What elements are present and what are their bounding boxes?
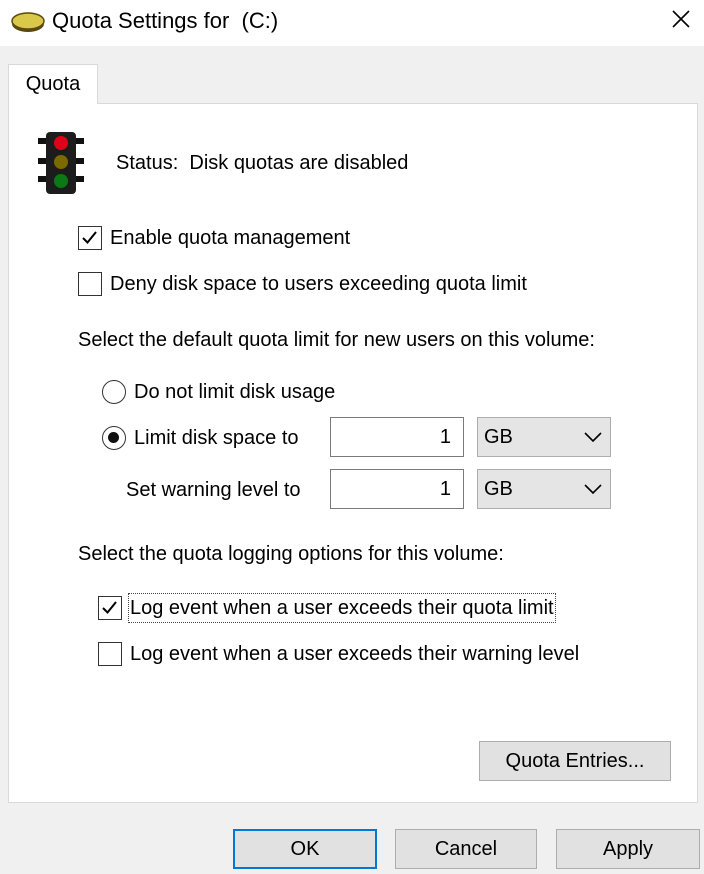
traffic-light-icon: [38, 132, 84, 194]
title-bar: Quota Settings for (C:): [0, 0, 704, 46]
checkbox-box[interactable]: [98, 642, 122, 666]
limit-space-label: Limit disk space to: [134, 427, 299, 449]
default-limit-heading: Select the default quota limit for new u…: [78, 329, 595, 351]
drive-icon: [11, 12, 45, 32]
checkbox-box[interactable]: [98, 596, 122, 620]
close-icon: [672, 10, 690, 28]
deny-space-label: Deny disk space to users exceeding quota…: [110, 273, 527, 295]
radio-circle[interactable]: [102, 380, 126, 404]
no-limit-label: Do not limit disk usage: [134, 381, 336, 403]
checkbox-box[interactable]: [78, 226, 102, 250]
warning-value-input[interactable]: 1: [330, 469, 464, 509]
logging-heading: Select the quota logging options for thi…: [78, 543, 504, 565]
limit-unit-select[interactable]: GB: [477, 417, 611, 457]
log-warning-label: Log event when a user exceeds their warn…: [130, 643, 580, 665]
enable-quota-label: Enable quota management: [110, 227, 351, 249]
close-button[interactable]: [658, 0, 704, 38]
warning-unit-select[interactable]: GB: [477, 469, 611, 509]
warning-level-label: Set warning level to: [126, 479, 301, 501]
limit-unit-value: GB: [484, 426, 513, 448]
quota-entries-button[interactable]: Quota Entries...: [479, 741, 671, 781]
checkbox-box[interactable]: [78, 272, 102, 296]
window-title: Quota Settings for (C:): [52, 8, 279, 33]
deny-space-checkbox[interactable]: Deny disk space to users exceeding quota…: [78, 271, 527, 297]
log-quota-limit-checkbox[interactable]: Log event when a user exceeds their quot…: [98, 593, 556, 623]
enable-quota-checkbox[interactable]: Enable quota management: [78, 225, 350, 251]
checkmark-icon: [82, 231, 97, 244]
warning-level-row: Set warning level to: [126, 477, 301, 503]
radio-circle[interactable]: [102, 426, 126, 450]
status-text: Status: Disk quotas are disabled: [116, 152, 409, 174]
chevron-down-icon: [584, 432, 602, 443]
warning-unit-value: GB: [484, 478, 513, 500]
chevron-down-icon: [584, 484, 602, 495]
limit-value-input[interactable]: 1: [330, 417, 464, 457]
checkmark-icon: [102, 601, 117, 614]
limit-space-radio[interactable]: Limit disk space to: [102, 425, 299, 451]
log-warning-checkbox[interactable]: Log event when a user exceeds their warn…: [98, 641, 579, 667]
radio-dot: [108, 432, 119, 443]
apply-button[interactable]: Apply: [556, 829, 700, 869]
tab-quota[interactable]: Quota: [8, 64, 98, 104]
tab-quota-label: Quota: [25, 73, 81, 95]
cancel-button[interactable]: Cancel: [395, 829, 537, 869]
no-limit-radio[interactable]: Do not limit disk usage: [102, 379, 335, 405]
log-quota-limit-label: Log event when a user exceeds their quot…: [128, 593, 556, 623]
ok-button[interactable]: OK: [233, 829, 377, 869]
